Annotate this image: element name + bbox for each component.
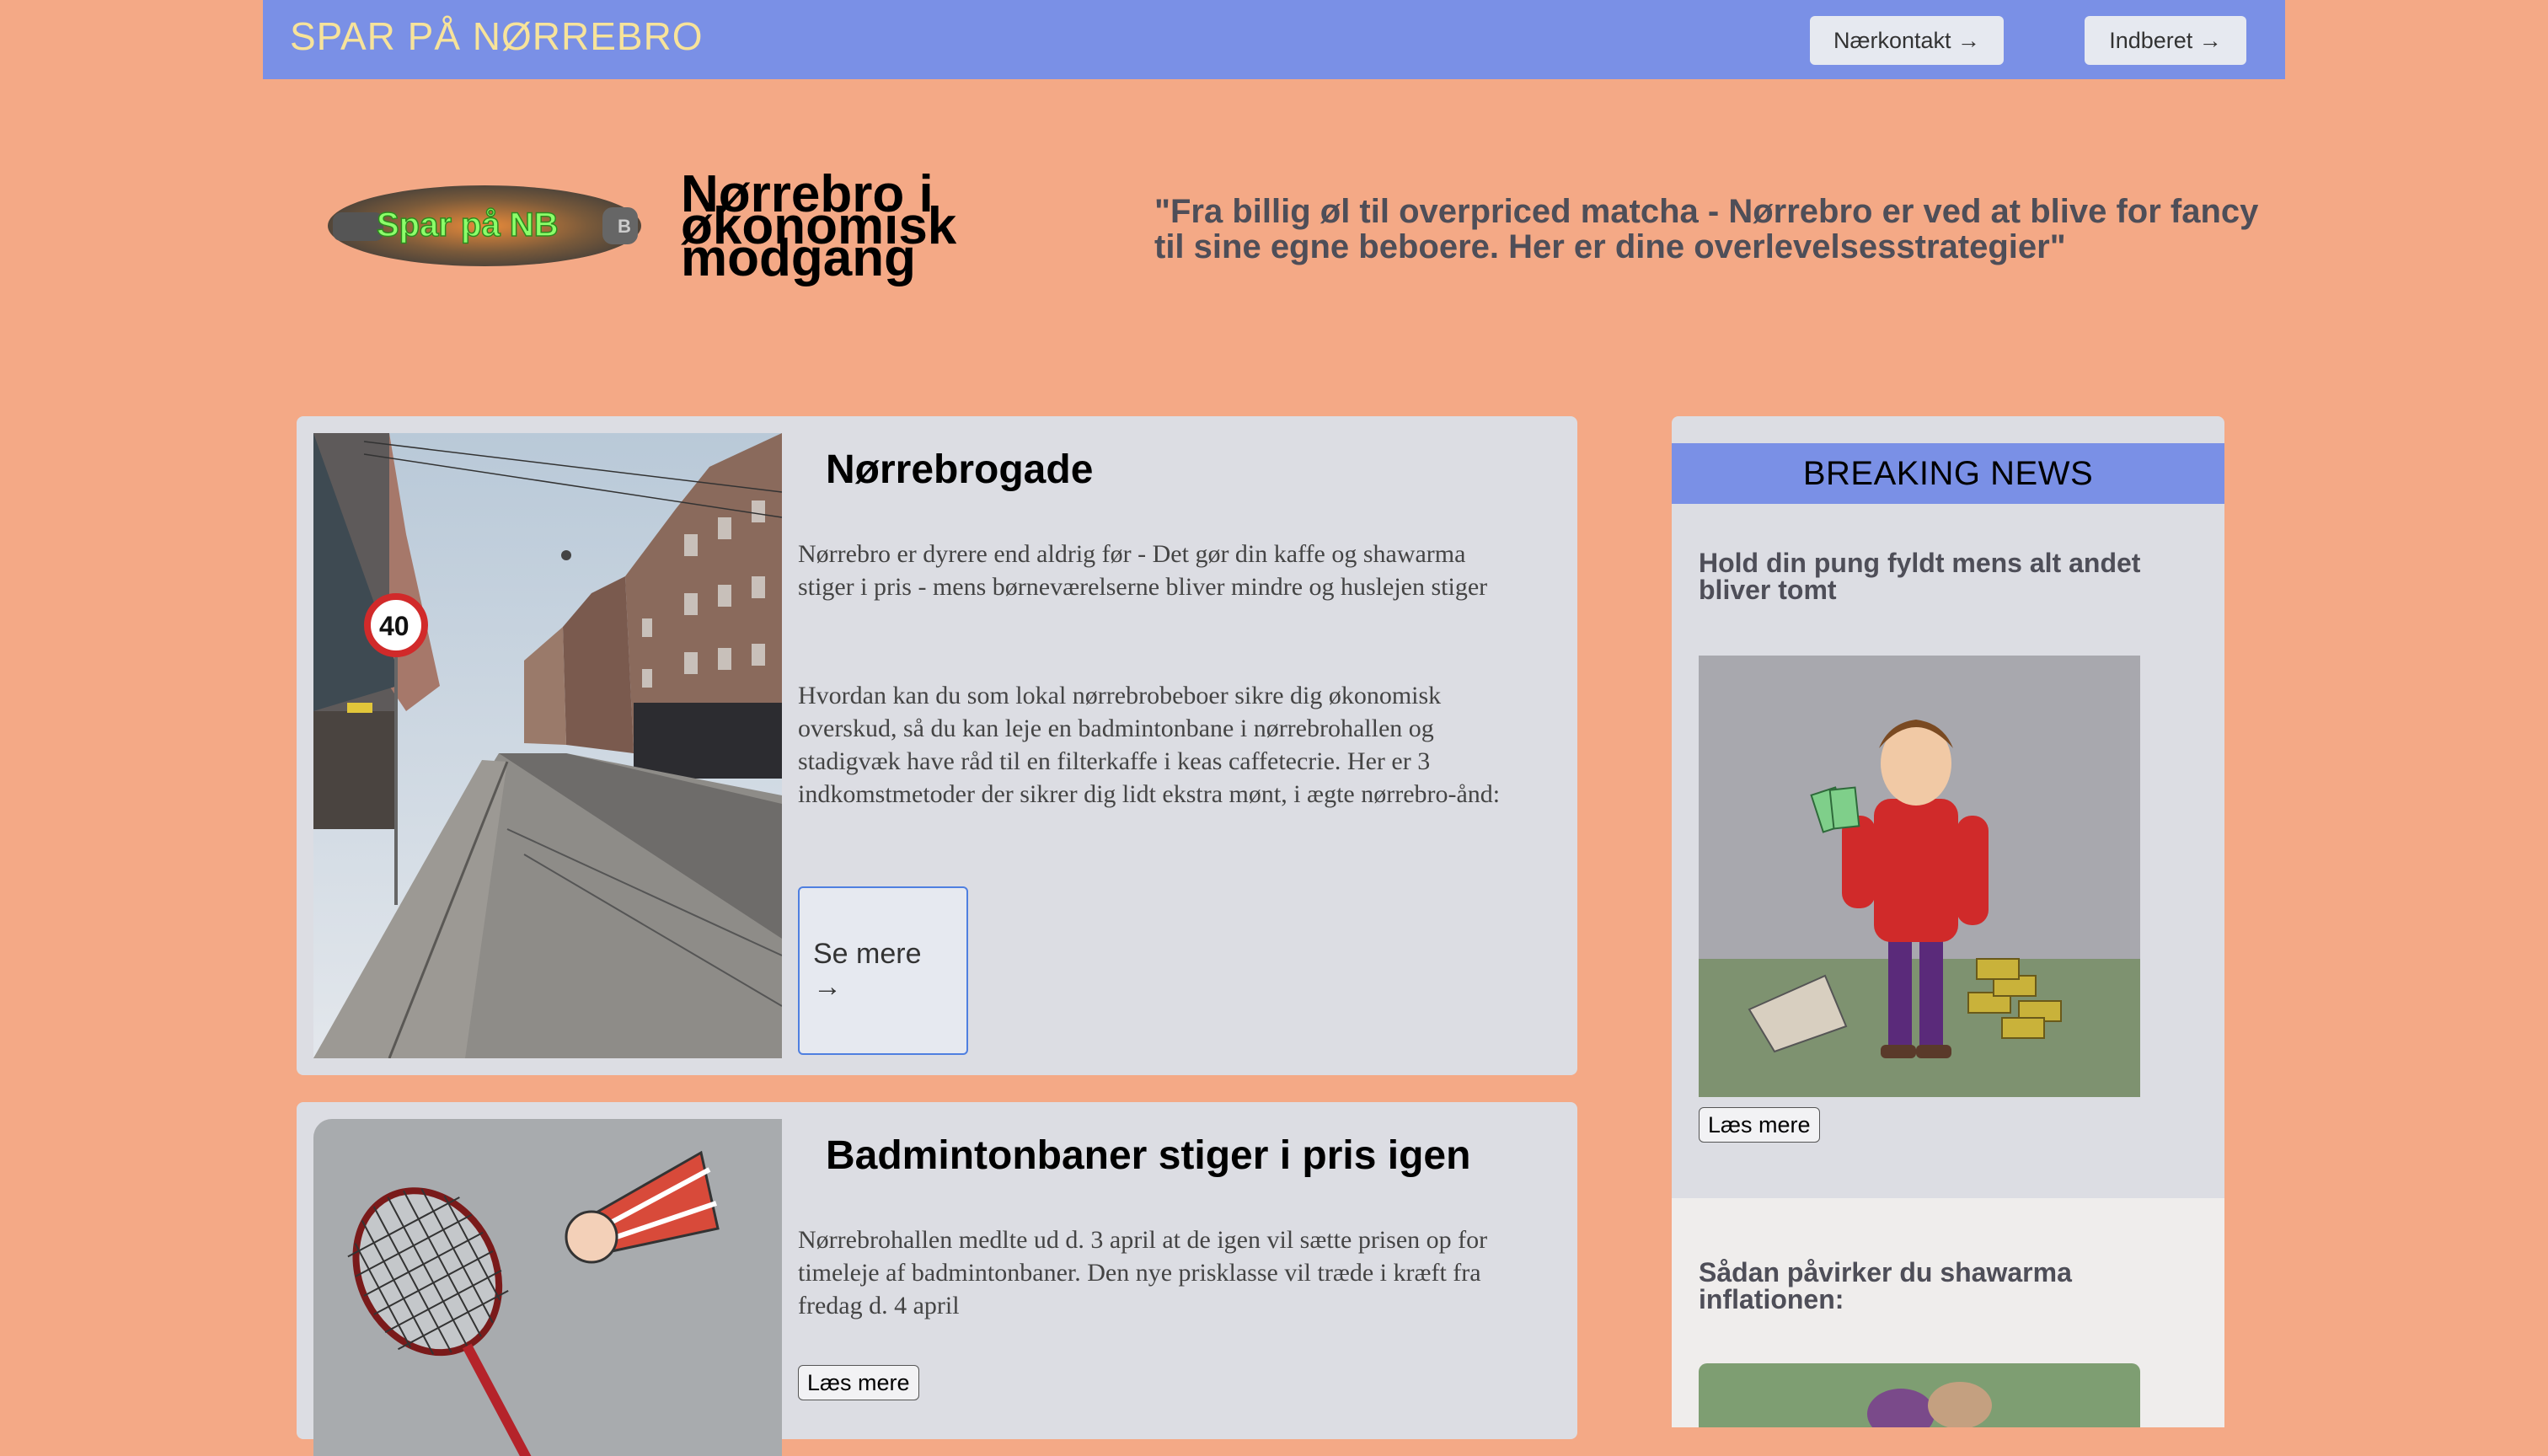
article-paragraph: Hvordan kan du som lokal nørrebrobeboer …	[798, 682, 1501, 808]
svg-text:B: B	[618, 216, 631, 237]
speed-sign-text: 40	[379, 611, 410, 641]
article-paragraph: Nørrebrohallen medlte ud d. 3 april at d…	[798, 1226, 1488, 1320]
hero-title: Nørrebro i økonomisk modgang	[681, 165, 957, 287]
site-brand[interactable]: SPAR PÅ NØRREBRO	[290, 13, 704, 59]
indberet-button[interactable]: Indberet →	[2085, 16, 2246, 65]
laes-mere-button[interactable]: Læs mere	[798, 1365, 919, 1400]
article-title[interactable]: Nørrebrogade	[826, 447, 1093, 493]
sidebar-headline[interactable]: Sådan påvirker du shawarma inflationen:	[1699, 1259, 2204, 1313]
site-logo: B Spar på NB	[324, 174, 645, 278]
badminton-illustration	[313, 1119, 782, 1456]
shawarma-illustration	[1699, 1363, 2140, 1427]
sidebar: BREAKING NEWS Hold din pung fyldt mens a…	[1672, 416, 2224, 1427]
se-mere-button[interactable]: Se mere →	[798, 886, 968, 1055]
article-title[interactable]: Badmintonbaner stiger i pris igen	[826, 1132, 1470, 1179]
street-photo: 40	[313, 433, 782, 1058]
breaking-news-heading: BREAKING NEWS	[1672, 443, 2224, 504]
logo-text: Spar på NB	[377, 206, 559, 244]
man-with-money-illustration	[1699, 656, 2140, 1097]
sidebar-headline[interactable]: Hold din pung fyldt mens alt andet blive…	[1699, 549, 2204, 603]
article-card: Badmintonbaner stiger i pris igen Nørreb…	[297, 1102, 1577, 1456]
top-navbar: SPAR PÅ NØRREBRO Nærkontakt → Indberet →	[263, 0, 2285, 79]
laes-mere-button[interactable]: Læs mere	[1699, 1107, 1820, 1143]
hero-quote: "Fra billig øl til overpriced matcha - N…	[1154, 193, 2259, 265]
article-paragraph: Nørrebro er dyrere end aldrig før - Det …	[798, 540, 1488, 601]
article-card: 40 Nørrebrogade Nørrebro er dyrere end a…	[297, 416, 1577, 1075]
naerkontakt-button[interactable]: Nærkontakt →	[1810, 16, 2004, 65]
